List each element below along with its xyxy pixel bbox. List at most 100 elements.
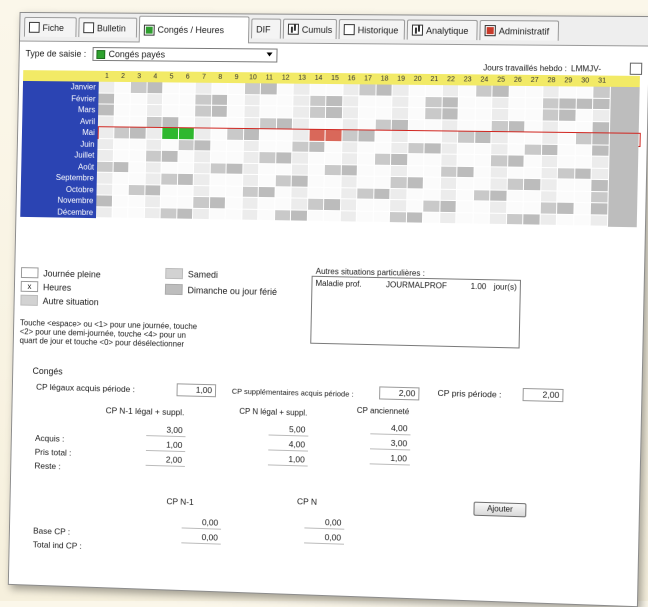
day-cell[interactable] [542,97,560,110]
day-cell[interactable] [375,96,393,108]
day-cell[interactable] [591,168,609,181]
tab-fiche[interactable]: Fiche [23,16,77,38]
day-cell[interactable] [226,163,243,175]
day-cell[interactable] [508,132,526,145]
day-cell[interactable] [146,116,163,128]
day-cell[interactable] [144,184,162,197]
day-cell[interactable] [290,209,308,222]
day-cell[interactable] [474,131,492,144]
day-cell[interactable] [406,211,424,224]
day-cell[interactable] [558,132,576,145]
day-cell[interactable] [525,97,543,110]
day-cell[interactable] [593,98,611,111]
day-cell[interactable] [129,127,147,140]
day-cell[interactable] [275,140,293,153]
day-cell[interactable] [95,206,113,219]
tab-dif[interactable]: DIF [251,18,282,39]
day-cell[interactable] [113,161,130,174]
day-cell[interactable] [358,118,376,131]
day-cell[interactable] [179,82,196,95]
day-cell[interactable] [243,106,261,118]
day-cell[interactable] [457,154,475,167]
day-cell[interactable] [473,189,491,202]
day-cell[interactable] [340,199,358,212]
day-cell[interactable] [244,94,261,107]
day-cell[interactable] [277,83,294,96]
day-cell[interactable] [258,197,275,210]
day-cell[interactable] [96,184,113,196]
day-cell[interactable] [323,210,341,223]
day-cell[interactable] [292,129,310,142]
day-cell[interactable] [492,97,510,110]
day-cell[interactable] [326,83,344,96]
day-cell[interactable] [342,95,360,108]
day-cell[interactable] [195,82,213,95]
day-cell[interactable] [177,185,194,197]
day-cell[interactable] [325,106,343,119]
day-cell[interactable] [507,178,525,191]
day-cell[interactable] [195,94,212,106]
day-cell[interactable] [456,212,474,225]
day-cell[interactable] [373,188,391,201]
day-cell[interactable] [309,106,327,119]
day-cell[interactable] [540,179,558,192]
tab-administratif[interactable]: Administratif [479,19,560,41]
day-cell[interactable] [308,175,325,188]
day-cell[interactable] [97,115,115,128]
day-cell[interactable] [375,84,393,97]
day-cell[interactable] [506,190,524,203]
day-cell[interactable] [441,131,459,144]
day-cell[interactable] [406,188,424,201]
day-cell[interactable] [375,119,392,131]
day-cell[interactable] [325,129,343,142]
day-cell[interactable] [458,96,476,109]
day-cell[interactable] [177,173,194,186]
day-cell[interactable] [590,203,608,216]
day-cell[interactable] [242,186,259,198]
day-cell[interactable] [541,121,560,133]
day-cell[interactable] [491,120,509,133]
day-cell[interactable] [557,179,575,192]
day-cell[interactable] [324,175,342,188]
day-cell[interactable] [525,120,543,133]
cp-supp-field[interactable]: 2,00 [379,386,420,401]
day-cell[interactable] [340,210,357,223]
day-cell[interactable] [541,132,559,145]
day-cell[interactable] [424,131,442,143]
day-cell[interactable] [97,138,114,151]
day-cell[interactable] [390,153,408,166]
day-cell[interactable] [146,82,164,94]
day-cell[interactable] [258,175,276,187]
cp-pris-field[interactable]: 2,00 [522,387,564,403]
day-cell[interactable] [525,109,543,122]
day-cell[interactable] [424,119,442,132]
tab-conges-heures[interactable]: Congés / Heures [138,15,250,44]
day-cell[interactable] [557,191,575,203]
day-cell[interactable] [97,127,114,139]
day-cell[interactable] [162,105,180,117]
day-cell[interactable] [524,144,542,156]
day-cell[interactable] [291,175,309,188]
day-cell[interactable] [425,108,443,120]
day-cell[interactable] [456,177,474,190]
day-cell[interactable] [291,198,308,211]
day-cell[interactable] [574,156,593,169]
day-cell[interactable] [225,208,243,221]
day-cell[interactable] [308,152,326,165]
day-cell[interactable] [559,109,577,122]
day-cell[interactable] [242,163,260,176]
day-cell[interactable] [244,83,261,95]
day-cell[interactable] [226,140,244,152]
day-cell[interactable] [276,106,294,119]
day-cell[interactable] [406,200,424,213]
day-cell[interactable] [358,141,375,154]
day-cell[interactable] [440,166,458,178]
day-cell[interactable] [209,185,227,198]
day-cell[interactable] [391,107,409,120]
day-cell[interactable] [308,129,326,142]
day-cell[interactable] [309,83,327,96]
day-cell[interactable] [274,198,292,210]
day-cell[interactable] [112,195,129,208]
day-cell[interactable] [293,95,310,107]
day-cell[interactable] [491,132,509,144]
